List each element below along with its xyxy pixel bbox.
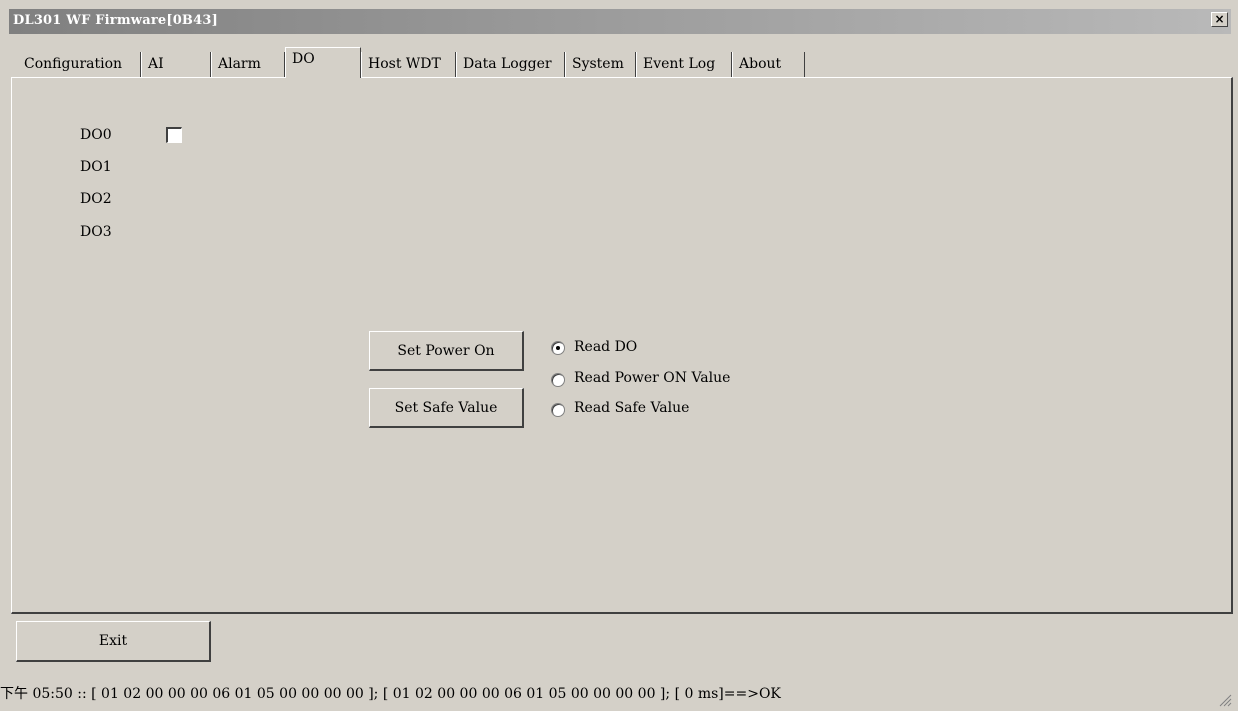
do3-label: DO3 <box>80 224 112 240</box>
status-bar: 下午 05:50 :: [ 01 02 00 00 00 06 01 05 00… <box>0 686 781 702</box>
do2-label: DO2 <box>80 191 112 207</box>
read-power-on-value-radio[interactable] <box>551 373 565 387</box>
read-safe-value-radio[interactable] <box>551 403 565 417</box>
do0-label: DO0 <box>80 127 112 143</box>
set-safe-value-button[interactable]: Set Safe Value <box>369 388 524 428</box>
tab-data-logger[interactable]: Data Logger <box>456 52 565 78</box>
tab-label: Configuration <box>24 56 123 72</box>
tab-label: Alarm <box>218 56 261 72</box>
set-power-on-button[interactable]: Set Power On <box>369 331 524 371</box>
tab-configuration[interactable]: Configuration <box>18 52 141 78</box>
tab-label: Event Log <box>643 56 716 72</box>
window-title: DL301 WF Firmware[0B43] <box>13 13 218 28</box>
tab-label: Host WDT <box>368 56 441 72</box>
read-safe-value-label: Read Safe Value <box>574 400 690 416</box>
do0-checkbox[interactable] <box>166 127 182 143</box>
read-power-on-value-label: Read Power ON Value <box>574 370 731 386</box>
read-do-label: Read DO <box>574 339 638 355</box>
tab-label: Data Logger <box>463 56 552 72</box>
tab-do[interactable]: DO <box>285 47 361 78</box>
tab-about[interactable]: About <box>732 52 805 78</box>
tab-host-wdt[interactable]: Host WDT <box>361 52 456 78</box>
tab-label: System <box>572 56 624 72</box>
tab-label: DO <box>292 51 315 67</box>
set-power-on-label: Set Power On <box>397 342 495 359</box>
do1-label: DO1 <box>80 159 112 175</box>
tab-alarm[interactable]: Alarm <box>211 52 285 78</box>
tab-event-log[interactable]: Event Log <box>636 52 732 78</box>
read-do-radio[interactable] <box>551 341 565 355</box>
close-icon[interactable]: × <box>1211 12 1228 27</box>
tab-label: AI <box>148 56 164 72</box>
tab-label: About <box>739 56 782 72</box>
tab-system[interactable]: System <box>565 52 636 78</box>
exit-button[interactable]: Exit <box>16 621 211 662</box>
title-bar: DL301 WF Firmware[0B43] × <box>9 9 1231 34</box>
radio-selected-dot <box>556 346 560 350</box>
tab-ai[interactable]: AI <box>141 52 211 78</box>
set-safe-value-label: Set Safe Value <box>394 399 498 416</box>
resize-grip-icon[interactable] <box>1218 693 1232 707</box>
exit-label: Exit <box>98 633 128 649</box>
